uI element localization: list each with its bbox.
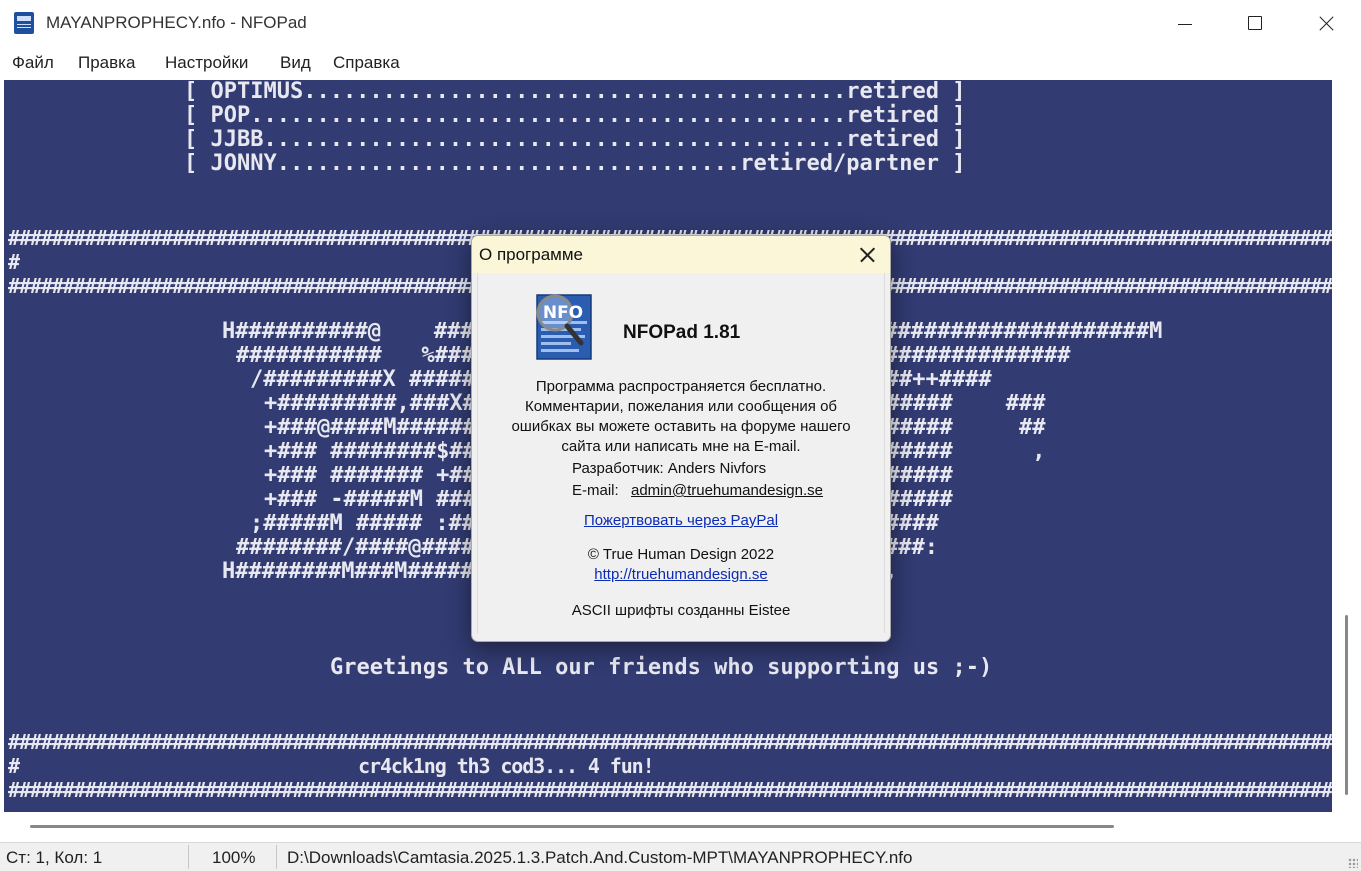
developer-label: Разработчик: Anders Nivfors bbox=[572, 460, 767, 477]
cursor-position: Ст: 1, Кол: 1 bbox=[6, 848, 103, 867]
donate-row: Пожертвовать через PayPal bbox=[478, 511, 884, 531]
menu-settings[interactable]: Настройки bbox=[165, 53, 248, 73]
status-divider bbox=[276, 845, 277, 869]
website-row: http://truehumandesign.se bbox=[478, 565, 884, 585]
nfo-app-icon bbox=[14, 12, 34, 34]
greetings-line: Greetings to ALL our friends who support… bbox=[330, 655, 993, 680]
menu-help[interactable]: Справка bbox=[333, 53, 400, 73]
dialog-close-button[interactable] bbox=[844, 236, 890, 273]
description-line: сайта или написать мне на E-mail. bbox=[561, 438, 801, 455]
menu-file[interactable]: Файл bbox=[12, 53, 54, 73]
nfopad-logo-icon: NFO bbox=[536, 294, 592, 360]
dialog-title-bar: О программе bbox=[472, 236, 890, 273]
text-line: ########################################… bbox=[8, 778, 1332, 802]
website-link[interactable]: http://truehumandesign.se bbox=[594, 566, 767, 583]
vertical-scrollbar[interactable] bbox=[1332, 80, 1361, 812]
window-title: MAYANPROPHECY.nfo - NFOPad bbox=[46, 13, 307, 32]
email-link[interactable]: admin@truehumandesign.se bbox=[631, 482, 823, 499]
product-name: NFOPad 1.81 bbox=[623, 322, 741, 343]
donate-paypal-link[interactable]: Пожертвовать через PayPal bbox=[584, 512, 778, 529]
text-line: # cr4ck1ng th3 cod3... 4 fun! # bbox=[8, 754, 1332, 778]
status-bar: Ст: 1, Кол: 1 100% D:\Downloads\Camtasia… bbox=[0, 842, 1361, 871]
zoom-level: 100% bbox=[212, 848, 256, 867]
vertical-scroll-thumb[interactable] bbox=[1345, 615, 1348, 795]
maximize-button[interactable] bbox=[1226, 0, 1284, 48]
text-line: ########################################… bbox=[8, 730, 1332, 754]
status-divider bbox=[188, 845, 189, 869]
text-line: [ POP...................................… bbox=[184, 103, 966, 128]
email-label: E-mail: bbox=[572, 482, 619, 499]
resize-grip-icon[interactable] bbox=[1348, 858, 1358, 868]
menu-edit[interactable]: Правка bbox=[78, 53, 135, 73]
text-line: [ JJBB..................................… bbox=[184, 127, 966, 152]
close-window-button[interactable] bbox=[1296, 0, 1354, 48]
horizontal-scrollbar[interactable] bbox=[0, 812, 1332, 840]
copyright-text: © True Human Design 2022 bbox=[587, 546, 775, 563]
text-line: [ JONNY.................................… bbox=[184, 151, 966, 176]
horizontal-scroll-thumb[interactable] bbox=[30, 825, 1114, 828]
description-line: ошибках вы можете оставить на форуме наш… bbox=[511, 418, 851, 435]
description-line: Программа распространяется бесплатно. bbox=[535, 378, 827, 395]
about-dialog: О программе NFO NFOPad 1.81 Программа ра… bbox=[471, 235, 891, 642]
fonts-credit: ASCII шрифты созданны Eistee bbox=[571, 602, 791, 619]
file-path: D:\Downloads\Camtasia.2025.1.3.Patch.And… bbox=[287, 848, 913, 867]
title-bar: MAYANPROPHECY.nfo - NFOPad bbox=[0, 0, 1361, 48]
text-line: [ OPTIMUS...............................… bbox=[184, 80, 966, 104]
minimize-button[interactable] bbox=[1156, 0, 1214, 48]
description-line: Комментарии, пожелания или сообщения об bbox=[524, 398, 838, 415]
dialog-title: О программе bbox=[479, 245, 584, 264]
menu-view[interactable]: Вид bbox=[280, 53, 311, 73]
svg-text:NFO: NFO bbox=[543, 303, 583, 323]
menu-bar: Файл Правка Настройки Вид Справка bbox=[0, 48, 1361, 78]
dialog-body: NFO NFOPad 1.81 Программа распространяет… bbox=[477, 273, 885, 633]
